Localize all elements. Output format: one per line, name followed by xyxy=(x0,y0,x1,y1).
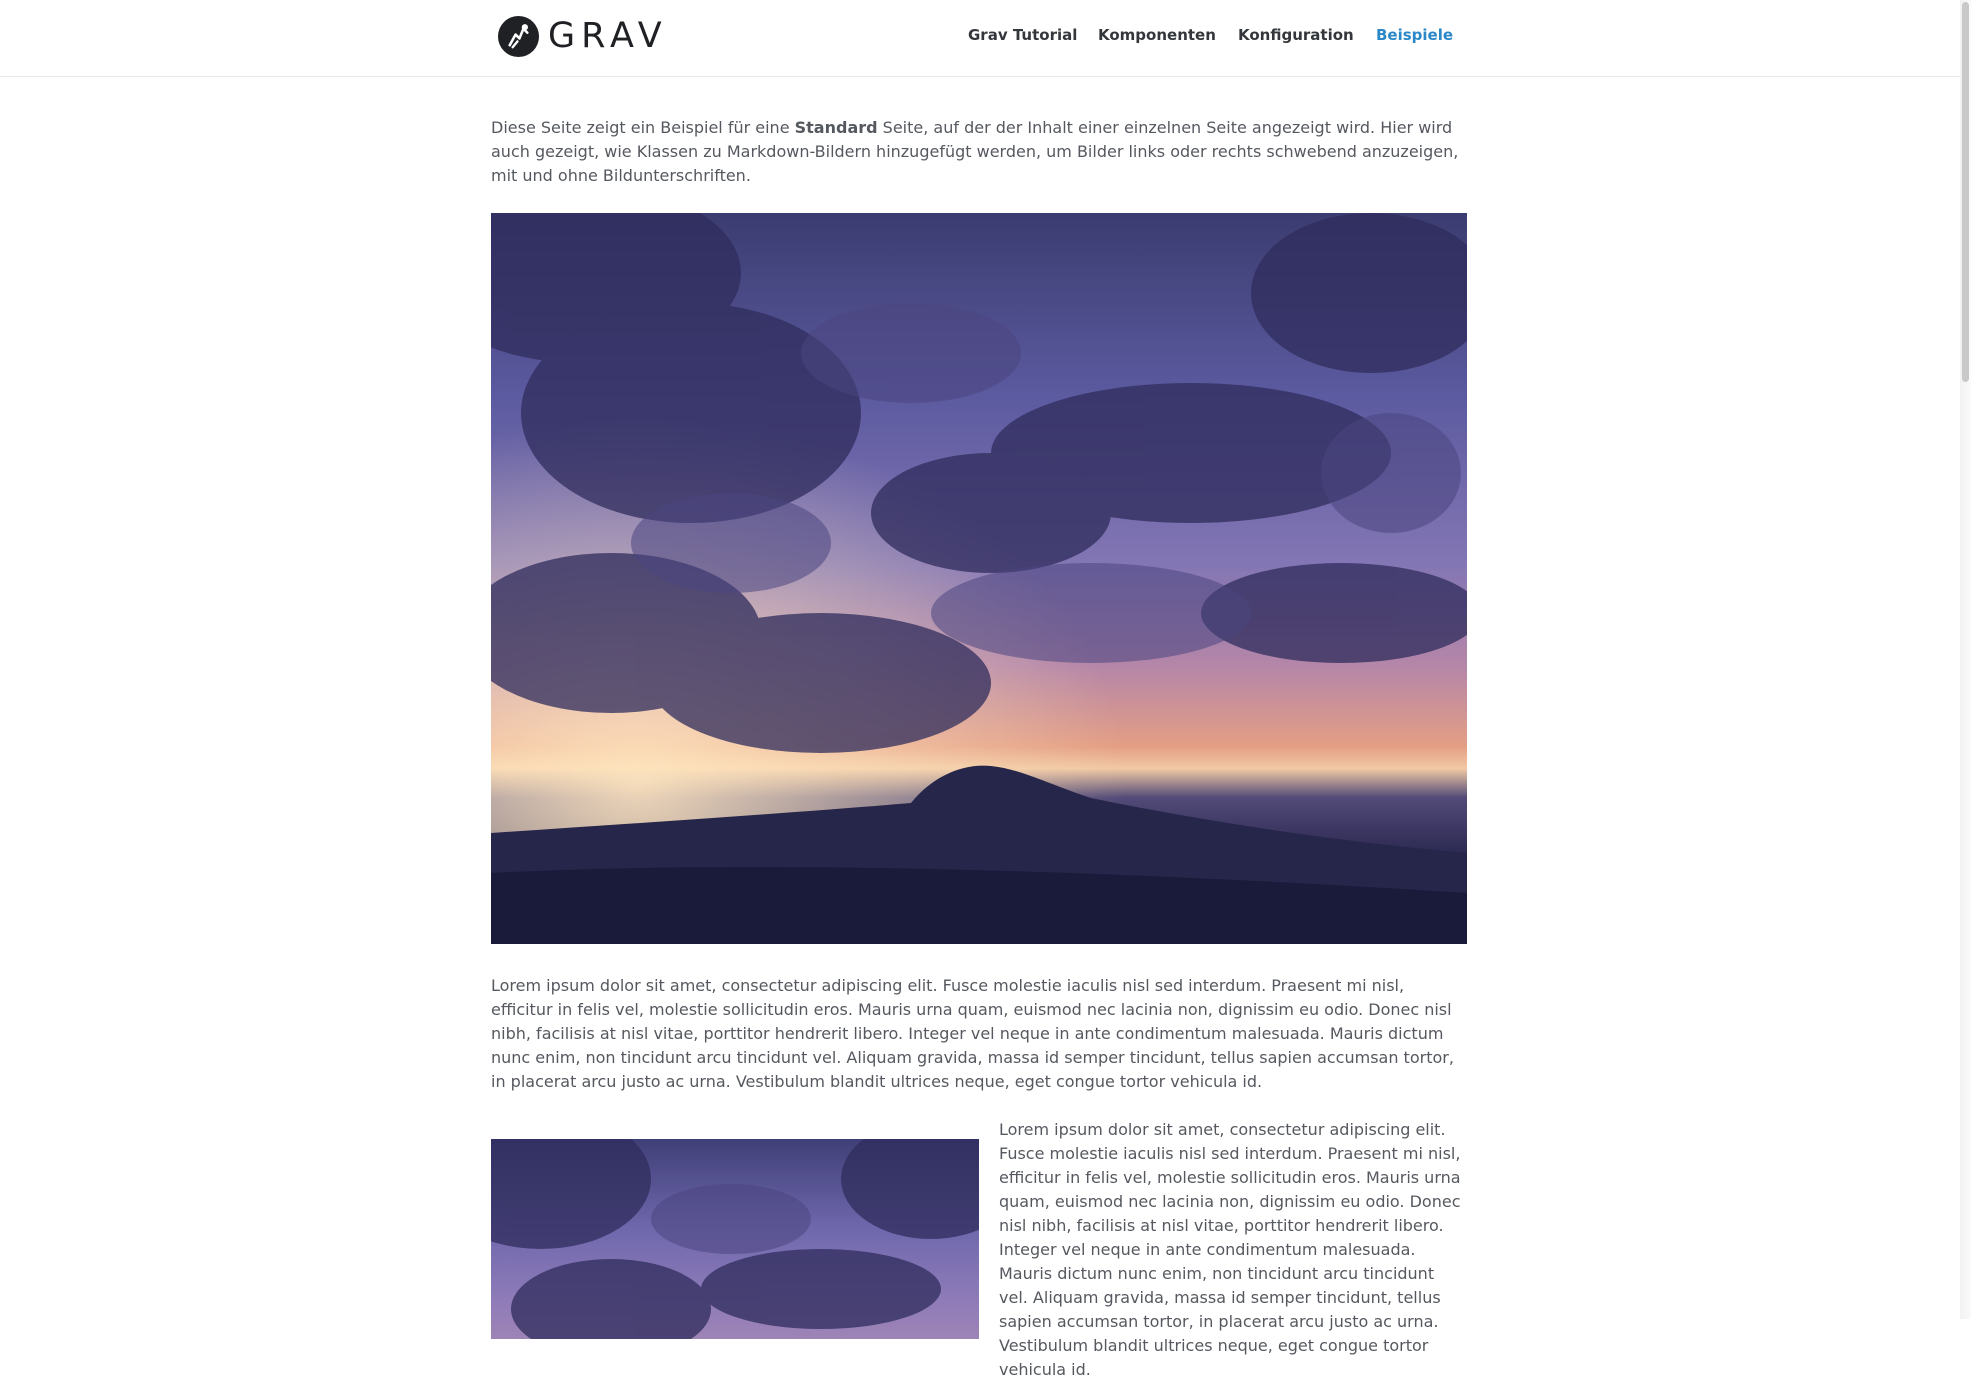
page-scrollbar[interactable] xyxy=(1960,0,1971,1319)
nav-beispiele[interactable]: Beispiele xyxy=(1376,26,1453,44)
intro-paragraph: Diese Seite zeigt ein Beispiel für eine … xyxy=(491,116,1467,188)
intro-text-start: Diese Seite zeigt ein Beispiel für eine xyxy=(491,118,795,137)
grav-astronaut-icon xyxy=(497,15,540,57)
site-header: GRAV Grav Tutorial Komponenten Konfigura… xyxy=(0,0,1960,77)
nav-konfiguration[interactable]: Konfiguration xyxy=(1238,26,1354,44)
logo-text: GRAV xyxy=(548,16,668,56)
nav-komponenten[interactable]: Komponenten xyxy=(1098,26,1216,44)
nav-grav-tutorial[interactable]: Grav Tutorial xyxy=(968,26,1077,44)
lorem-paragraph: Lorem ipsum dolor sit amet, consectetur … xyxy=(491,976,1454,1091)
sunset-mountain-illustration xyxy=(491,213,1467,944)
intro-bold-standard: Standard xyxy=(794,118,878,137)
hero-sunset-image xyxy=(491,213,1467,944)
clouds-illustration xyxy=(491,1139,979,1339)
grav-logo[interactable]: GRAV xyxy=(497,13,668,59)
float-paragraph: Lorem ipsum dolor sit amet, consectetur … xyxy=(999,1120,1461,1379)
floated-sunset-image xyxy=(491,1139,979,1339)
scrollbar-thumb[interactable] xyxy=(1962,2,1969,382)
